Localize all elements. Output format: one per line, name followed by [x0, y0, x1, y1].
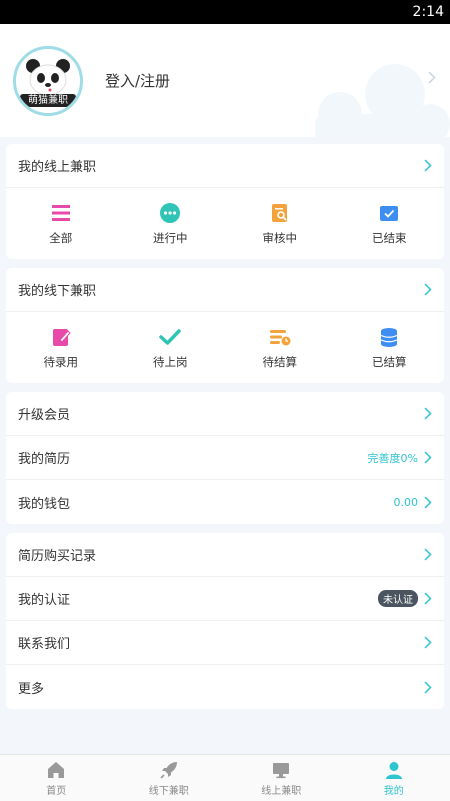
chevron-right-icon — [424, 495, 432, 509]
monitor-icon — [273, 762, 290, 778]
menu-upgrade-membership[interactable]: 升级会员 — [6, 392, 444, 436]
offline-settled-label: 已结算 — [372, 354, 407, 369]
online-in-progress-label: 进行中 — [153, 230, 188, 245]
login-register-link[interactable]: 登入/注册 — [105, 70, 170, 91]
online-finished-label: 已结束 — [372, 230, 407, 245]
menu-group-1: 升级会员 我的简历 完善度0% 我的钱包 0.00 — [6, 392, 444, 524]
brand-label: 萌猫兼职 — [20, 93, 76, 107]
resume-completion-value: 完善度0% — [367, 451, 418, 465]
checked-box-icon — [380, 205, 399, 221]
wallet-balance-value: 0.00 — [393, 495, 419, 509]
menu-my-wallet[interactable]: 我的钱包 0.00 — [6, 480, 444, 524]
check-icon — [159, 328, 181, 345]
status-time: 2:14 — [412, 4, 444, 20]
online-jobs-header[interactable]: 我的线上兼职 — [6, 144, 444, 188]
tab-online-jobs-label: 线上兼职 — [261, 785, 302, 797]
tab-home[interactable]: 首页 — [0, 755, 113, 801]
chevron-right-icon — [424, 451, 432, 464]
list-icon — [51, 204, 70, 221]
tab-mine-label: 我的 — [383, 785, 404, 797]
dots-icon — [160, 202, 181, 223]
review-doc-icon — [271, 203, 287, 222]
menu-my-wallet-label: 我的钱包 — [18, 496, 71, 512]
offline-jobs-header[interactable]: 我的线下兼职 — [6, 268, 444, 312]
menu-contact-us[interactable]: 联系我们 — [6, 621, 444, 665]
menu-more-label: 更多 — [18, 681, 45, 697]
menu-my-resume[interactable]: 我的简历 完善度0% — [6, 436, 444, 480]
menu-resume-purchase-records-label: 简历购买记录 — [18, 549, 97, 564]
offline-settled[interactable]: 已结算 — [335, 312, 445, 383]
chevron-right-icon — [424, 680, 432, 694]
rocket-icon — [160, 761, 177, 779]
chevron-right-icon — [424, 159, 432, 172]
menu-contact-us-label: 联系我们 — [18, 637, 71, 652]
online-reviewing[interactable]: 审核中 — [225, 188, 335, 259]
menu-more[interactable]: 更多 — [6, 665, 444, 709]
decorative-logo-icon — [315, 64, 450, 137]
menu-resume-purchase-records[interactable]: 简历购买记录 — [6, 533, 444, 577]
tab-offline-jobs[interactable]: 线下兼职 — [113, 755, 226, 801]
online-all-label: 全部 — [49, 230, 73, 245]
chevron-right-icon — [424, 636, 432, 649]
verification-status-badge: 未认证 — [378, 590, 418, 607]
offline-pending-settle-label: 待结算 — [262, 354, 298, 369]
online-jobs-card: 我的线上兼职 全部 进行中 审核中 已结束 — [6, 144, 444, 259]
chevron-right-icon — [428, 71, 436, 84]
edit-icon — [52, 328, 71, 346]
online-jobs-title: 我的线上兼职 — [18, 160, 97, 175]
pending-settle-icon — [269, 329, 291, 345]
offline-jobs-card: 我的线下兼职 待录用 待上岗 待结算 已结算 — [6, 268, 444, 383]
chevron-right-icon — [424, 548, 432, 561]
menu-my-verification-label: 我的认证 — [18, 593, 71, 608]
tab-offline-jobs-label: 线下兼职 — [148, 785, 189, 797]
coins-stack-icon — [381, 327, 398, 347]
person-icon — [385, 761, 402, 779]
tab-mine[interactable]: 我的 — [338, 755, 450, 801]
bottom-tab-bar: 首页 线下兼职 线上兼职 我的 — [0, 754, 450, 801]
status-bar: 2:14 — [0, 0, 450, 24]
chevron-right-icon — [424, 592, 432, 605]
offline-pending-start-label: 待上岗 — [153, 354, 188, 369]
offline-pending-start[interactable]: 待上岗 — [116, 312, 226, 383]
offline-pending-hire[interactable]: 待录用 — [6, 312, 116, 383]
offline-jobs-title: 我的线下兼职 — [18, 284, 97, 299]
online-finished[interactable]: 已结束 — [335, 188, 445, 259]
avatar[interactable]: 萌猫兼职 — [13, 45, 83, 116]
chevron-right-icon — [424, 283, 432, 296]
menu-my-resume-label: 我的简历 — [18, 452, 71, 467]
chevron-right-icon — [424, 407, 432, 420]
offline-pending-hire-label: 待录用 — [43, 354, 79, 369]
online-reviewing-label: 审核中 — [262, 230, 298, 245]
profile-header[interactable]: 萌猫兼职 登入/注册 — [0, 24, 450, 137]
online-all[interactable]: 全部 — [6, 188, 116, 259]
menu-upgrade-membership-label: 升级会员 — [18, 408, 71, 423]
tab-home-label: 首页 — [46, 785, 67, 797]
online-in-progress[interactable]: 进行中 — [116, 188, 226, 259]
menu-group-2: 简历购买记录 我的认证 未认证 联系我们 更多 — [6, 533, 444, 709]
offline-pending-settle[interactable]: 待结算 — [225, 312, 335, 383]
home-icon — [48, 761, 65, 778]
menu-my-verification[interactable]: 我的认证 未认证 — [6, 577, 444, 621]
tab-online-jobs[interactable]: 线上兼职 — [225, 755, 338, 801]
